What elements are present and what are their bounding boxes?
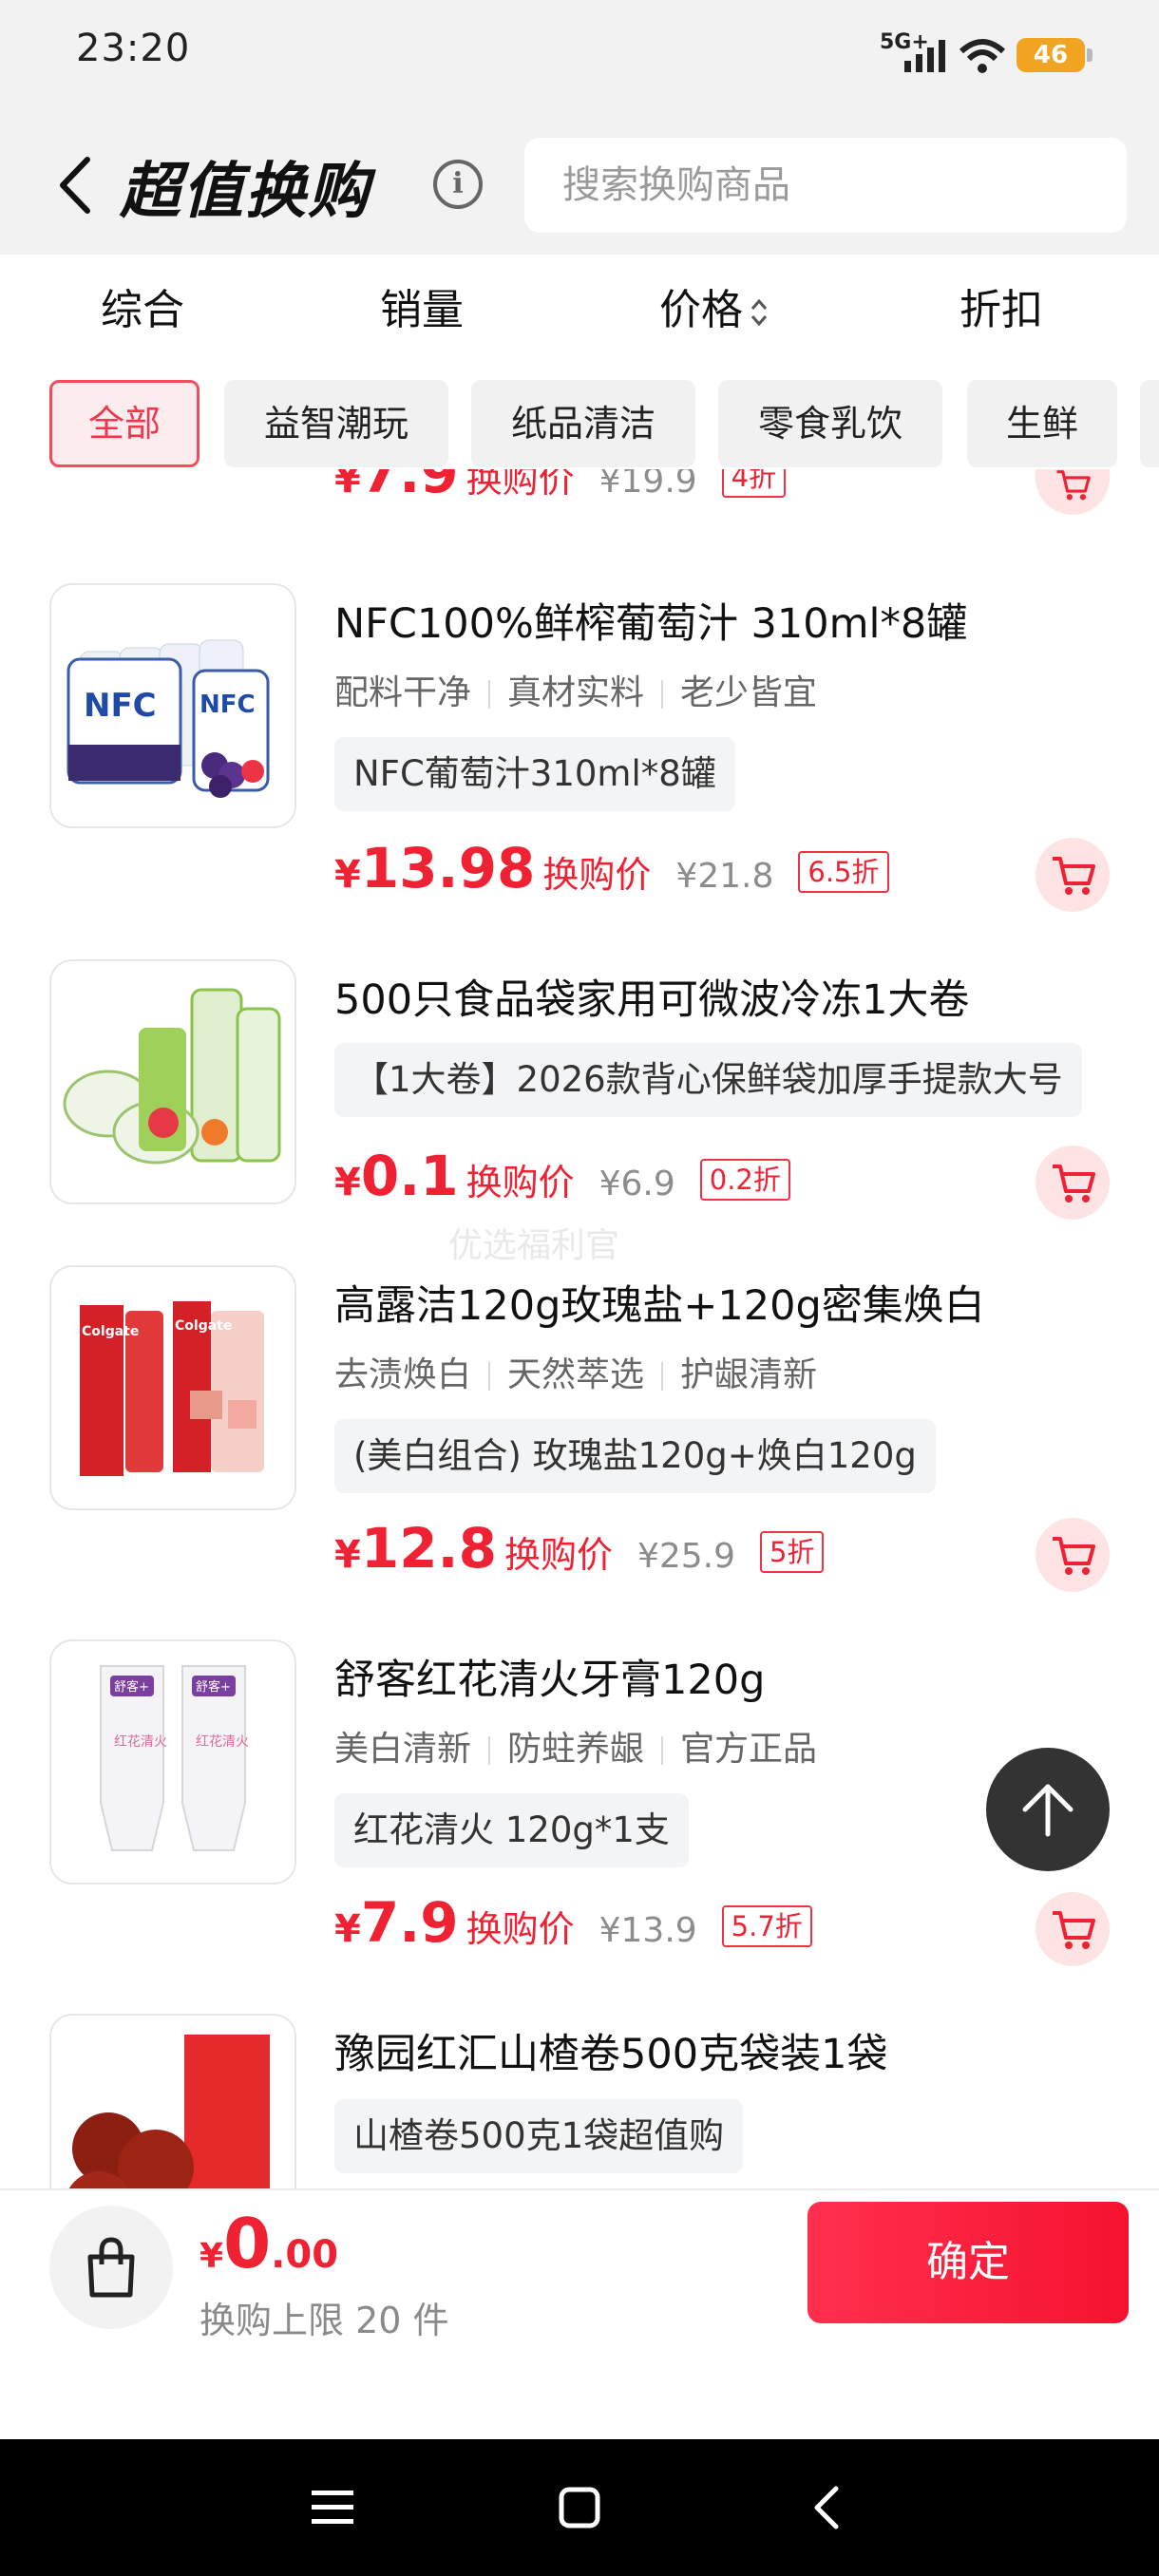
svg-text:舒客+: 舒客+	[196, 1679, 231, 1695]
purchase-limit-text: 换购上限 20 件	[200, 2300, 449, 2341]
cart-icon	[1053, 1911, 1095, 1949]
svg-text:红花清火: 红花清火	[196, 1734, 249, 1750]
product-spec[interactable]: (美白组合) 玫瑰盐120g+焕白120g	[334, 1419, 936, 1493]
product-price-row: ¥12.8 换购价 ¥25.9 5折	[334, 1516, 825, 1581]
cart-icon	[1053, 1537, 1095, 1575]
add-to-cart-button[interactable]	[1036, 469, 1110, 515]
product-spec[interactable]: NFC葡萄汁310ml*8罐	[334, 737, 735, 811]
back-button[interactable]	[51, 152, 97, 218]
product-image-colgate[interactable]: Colgate Colgate	[49, 1265, 296, 1510]
page-title: 超值换购	[120, 157, 370, 227]
product-price-row: ¥0.1 换购价 ¥6.9 0.2折	[334, 1144, 790, 1208]
cart-icon	[1053, 857, 1095, 895]
arrow-up-icon	[1022, 1784, 1074, 1837]
sort-tab-sales[interactable]: 销量	[380, 275, 464, 336]
menu-icon[interactable]	[294, 2470, 370, 2546]
svg-text:红花清火: 红花清火	[114, 1734, 167, 1750]
product-title[interactable]: 豫园红汇山楂卷500克袋装1袋	[334, 2021, 887, 2080]
svg-text:舒客+: 舒客+	[114, 1679, 149, 1695]
add-to-cart-button[interactable]	[1036, 1518, 1110, 1592]
chevron-left-icon	[60, 157, 90, 214]
add-to-cart-button[interactable]	[1036, 838, 1110, 912]
category-chip-snacks[interactable]: 零食乳饮	[718, 380, 942, 467]
product-price-row: ¥7.9 换购价 ¥19.9 4折	[334, 469, 787, 507]
back-nav-icon[interactable]	[788, 2470, 864, 2546]
product-title[interactable]: 舒客红花清火牙膏120g	[334, 1647, 765, 1706]
product-tags: 配料干净 真材实料 老少皆宜	[334, 673, 818, 712]
home-icon[interactable]	[542, 2470, 618, 2546]
product-spec[interactable]: 【1大卷】2026款背心保鲜袋加厚手提款大号	[334, 1043, 1082, 1117]
sort-tab-discount[interactable]: 折扣	[960, 275, 1043, 336]
product-image-shuke[interactable]: 舒客+ 舒客+ 红花清火 红花清火	[49, 1639, 296, 1885]
status-time: 23:20	[76, 27, 191, 70]
watermark: 优选福利官	[448, 1226, 620, 1265]
cart-icon	[1053, 1165, 1095, 1203]
category-chip-toys[interactable]: 益智潮玩	[224, 380, 448, 467]
product-spec[interactable]: 红花清火 120g*1支	[334, 1793, 689, 1867]
product-list: ¥7.9 换购价 ¥19.9 4折 NFC NFC NFC100%鲜榨葡萄汁 3…	[0, 469, 1159, 2188]
confirm-button[interactable]: 确定	[808, 2202, 1129, 2323]
product-tags: 美白清新 防蛀养龈 官方正品	[334, 1730, 818, 1769]
signal-icon	[904, 40, 945, 72]
cart-icon	[1056, 470, 1091, 501]
product-title[interactable]: 高露洁120g玫瑰盐+120g密集焕白	[334, 1273, 985, 1332]
product-tags: 去渍焕白 天然萃选 护龈清新	[334, 1355, 818, 1394]
sort-arrows-icon	[749, 295, 770, 330]
svg-text:NFC: NFC	[200, 691, 256, 719]
product-spec[interactable]: 山楂卷500克1袋超值购	[334, 2099, 744, 2173]
product-title[interactable]: NFC100%鲜榨葡萄汁 310ml*8罐	[334, 591, 967, 650]
sort-tab-price-label: 价格	[659, 286, 743, 334]
wifi-icon	[959, 39, 1006, 73]
product-image-nfc-juice[interactable]: NFC NFC	[49, 583, 296, 828]
product-image-food-bags[interactable]	[49, 959, 296, 1204]
product-price-row: ¥7.9 换购价 ¥13.9 5.7折	[334, 1890, 812, 1955]
add-to-cart-button[interactable]	[1036, 1892, 1110, 1966]
shopping-bag-button[interactable]	[49, 2206, 173, 2329]
back-to-top-button[interactable]	[986, 1748, 1110, 1871]
svg-text:Colgate: Colgate	[82, 1324, 139, 1339]
battery-indicator: 46	[1016, 38, 1092, 72]
svg-text:Colgate: Colgate	[175, 1318, 232, 1334]
product-price-row: ¥13.98 换购价 ¥21.8 6.5折	[334, 836, 889, 900]
product-title[interactable]: 500只食品袋家用可微波冷冻1大卷	[334, 967, 969, 1026]
category-chip-all[interactable]: 全部	[49, 380, 200, 467]
svg-text:NFC: NFC	[84, 687, 157, 725]
sort-tab-price[interactable]: 价格	[659, 275, 770, 336]
add-to-cart-button[interactable]	[1036, 1146, 1110, 1220]
category-chip-more[interactable]	[1140, 380, 1159, 467]
shopping-bag-icon	[87, 2237, 135, 2298]
search-input[interactable]: 搜索换购商品	[524, 138, 1127, 233]
info-icon[interactable]: i	[433, 160, 483, 209]
category-chip-fresh[interactable]: 生鲜	[967, 380, 1117, 467]
product-image-hawthorn[interactable]	[49, 2014, 296, 2188]
total-price: ¥0.00	[200, 2204, 339, 2283]
category-chip-paper[interactable]: 纸品清洁	[471, 380, 695, 467]
sort-tab-comprehensive[interactable]: 综合	[101, 275, 184, 336]
